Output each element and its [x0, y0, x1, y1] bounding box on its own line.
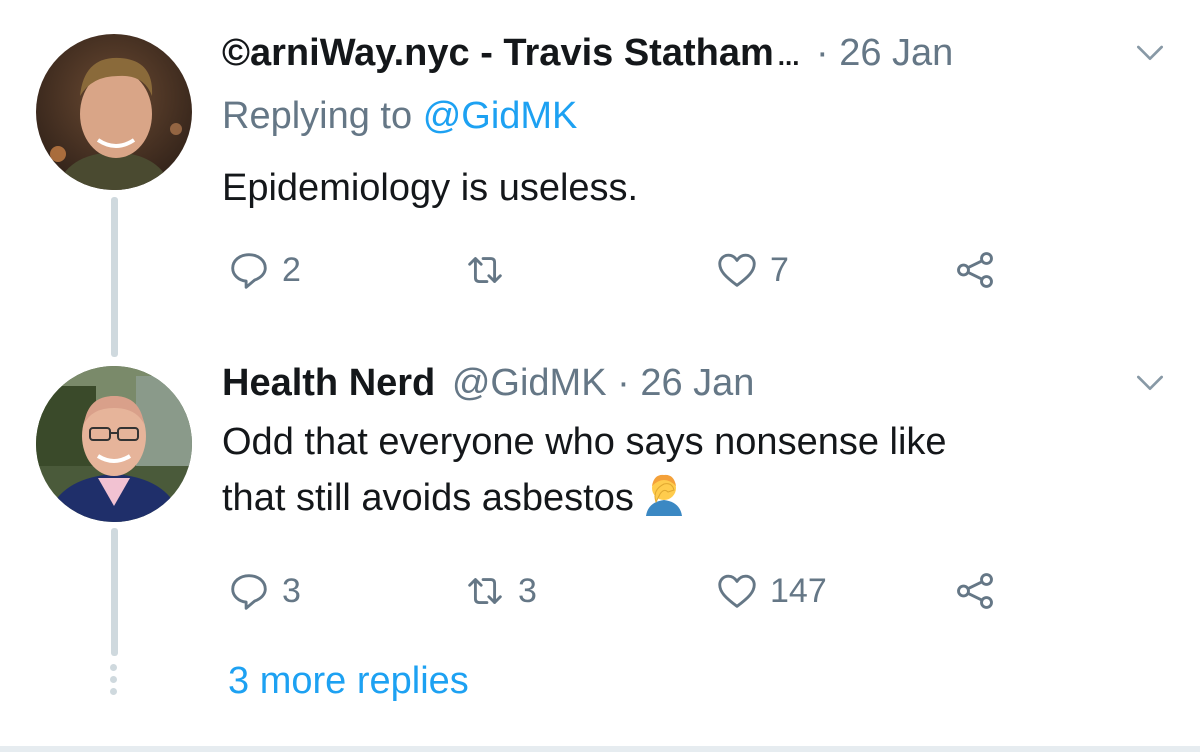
like-count: 147: [770, 571, 827, 610]
retweet-button[interactable]: [462, 242, 518, 298]
replying-mention-link[interactable]: @GidMK: [423, 95, 578, 137]
share-button[interactable]: [952, 563, 1008, 619]
reply-icon: [231, 253, 267, 289]
chevron-down-icon[interactable]: [1130, 32, 1170, 72]
like-button[interactable]: 147: [714, 563, 827, 619]
avatar-photo: [36, 34, 192, 190]
tweet-actions: 3 3 147: [222, 563, 1022, 619]
reply-button[interactable]: 3: [226, 563, 301, 619]
tweet-date[interactable]: · 26 Jan: [816, 32, 953, 74]
share-icon: [957, 573, 993, 609]
display-name[interactable]: ©arniWay.nyc - Travis Statham: [222, 32, 774, 74]
name-truncation: ...: [777, 41, 800, 71]
replying-to: Replying to @GidMK: [222, 92, 577, 140]
avatar-travis-statham[interactable]: [36, 34, 192, 190]
tweet-actions: 2 7: [222, 242, 1022, 298]
avatar-photo: [36, 366, 192, 522]
heart-icon: [718, 574, 756, 608]
dot: [110, 688, 117, 695]
reply-icon: [231, 574, 267, 610]
like-button[interactable]: 7: [714, 242, 789, 298]
reply-count: 3: [282, 571, 301, 610]
user-handle[interactable]: @GidMK: [452, 362, 607, 404]
divider: [0, 746, 1200, 752]
tweet-header: Health Nerd @GidMK · 26 Jan: [222, 358, 1170, 408]
like-count: 7: [770, 250, 789, 289]
tweet-text: Epidemiology is useless.: [222, 167, 639, 209]
tweet-text-segment: that still avoids asbestos: [222, 477, 634, 519]
share-button[interactable]: [952, 242, 1008, 298]
tweet-text-line: Odd that everyone who says nonsense like: [222, 421, 947, 463]
facepalm-emoji-icon: [645, 474, 682, 516]
tweet-thread: ©arniWay.nyc - Travis Statham... · 26 Ja…: [0, 0, 1200, 752]
thread-connector-line: [111, 197, 118, 357]
tweet-header: ©arniWay.nyc - Travis Statham... · 26 Ja…: [222, 28, 1170, 78]
reply-count: 2: [282, 250, 301, 289]
retweet-count: 3: [518, 571, 537, 610]
chevron-down-icon[interactable]: [1130, 362, 1170, 402]
reply-button[interactable]: 2: [226, 242, 301, 298]
display-name[interactable]: Health Nerd: [222, 362, 435, 404]
heart-icon: [718, 253, 756, 287]
tweet-date[interactable]: · 26 Jan: [617, 362, 754, 404]
thread-connector-line: [111, 528, 118, 656]
thread-continuation-dots: [109, 664, 119, 700]
avatar-health-nerd[interactable]: [36, 366, 192, 522]
more-replies-link[interactable]: 3 more replies: [228, 656, 469, 706]
share-icon: [957, 252, 993, 288]
retweet-icon: [468, 257, 502, 283]
dot: [110, 676, 117, 683]
retweet-icon: [468, 578, 502, 604]
tweet-text-line: that still avoids asbestos: [222, 470, 1142, 526]
tweet-text: Odd that everyone who says nonsense like…: [222, 414, 1142, 526]
retweet-button[interactable]: 3: [462, 563, 537, 619]
replying-label: Replying to: [222, 95, 413, 137]
dot: [110, 664, 117, 671]
